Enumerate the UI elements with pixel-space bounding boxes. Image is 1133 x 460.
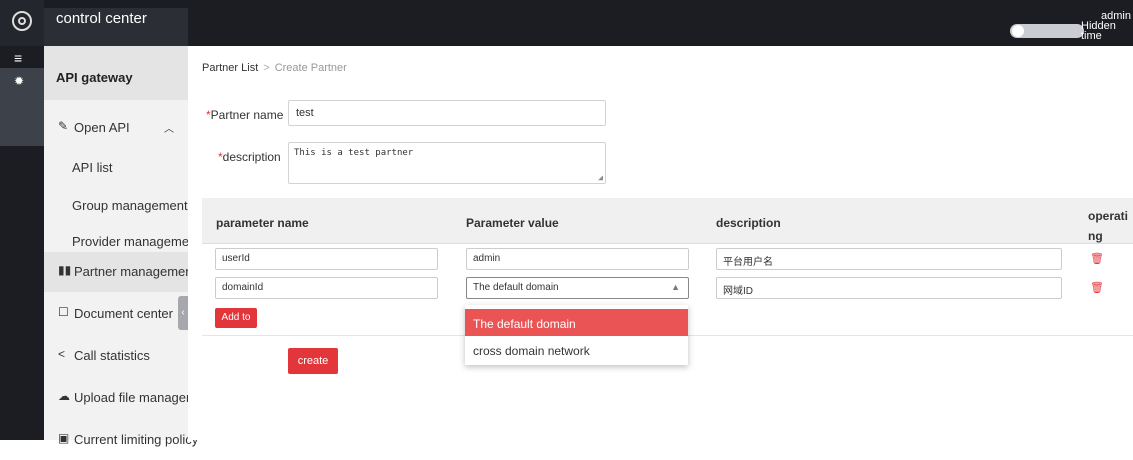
sidebar: API gateway ✎ Open API ︿ API list Group …	[44, 46, 204, 447]
cloud-upload-icon: ☁	[58, 389, 70, 403]
param-name-input[interactable]: userId	[215, 248, 438, 270]
selected-value: The default domain	[473, 282, 559, 293]
app-title: control center	[56, 10, 147, 27]
domain-dropdown-menu: The default domain cross domain network	[465, 305, 688, 365]
sidebar-item-label: Document center	[74, 306, 173, 321]
sidebar-item-label: Provider management	[72, 234, 200, 249]
description-text: This is a test partner	[294, 148, 414, 158]
create-button[interactable]: create	[288, 348, 338, 374]
table-header: parameter name Parameter value descripti…	[202, 198, 1133, 244]
dropdown-option[interactable]: cross domain network	[465, 336, 688, 363]
chevron-left-icon: ‹	[181, 307, 185, 318]
sidebar-item-partner-management[interactable]: ▮▮ Partner management	[44, 252, 196, 292]
hidden-time-toggle[interactable]	[1010, 24, 1084, 38]
description-label-text: description	[222, 150, 281, 164]
user-name[interactable]: admin	[1101, 10, 1131, 22]
pencil-icon: ✎	[58, 119, 69, 133]
icon-bar: ≡ ✹	[0, 46, 44, 440]
main-content: Partner List > Create Partner *Partner nam…	[188, 46, 1133, 440]
gear-icon: ✹	[14, 74, 25, 88]
dropdown-option[interactable]: The default domain	[465, 309, 688, 336]
caret-up-icon: ▲	[671, 282, 680, 292]
param-description-input[interactable]: 平台用户名	[716, 248, 1062, 270]
trash-icon[interactable]: 🗑	[1090, 281, 1104, 294]
breadcrumb-current: Create Partner	[274, 62, 347, 74]
sidebar-item-open-api[interactable]: ✎ Open API ︿	[44, 108, 188, 148]
column-header: operati ng	[1088, 209, 1129, 243]
sidebar-item-label: Upload file manageme	[74, 390, 205, 405]
param-description-input[interactable]: 网域ID	[716, 277, 1062, 299]
logo	[0, 0, 44, 46]
trash-icon[interactable]: 🗑	[1090, 252, 1104, 265]
logo-icon	[12, 11, 32, 31]
sidebar-item-label: Open API	[74, 120, 130, 135]
sidebar-item-label: API list	[72, 160, 113, 175]
sidebar-item-upload-file-management[interactable]: ☁ Upload file manageme	[44, 378, 204, 418]
chevron-up-icon: ︿	[164, 124, 174, 135]
breadcrumb-parent[interactable]: Partner List	[202, 62, 258, 74]
sidebar-item-call-statistics[interactable]: < Call statistics	[44, 336, 188, 376]
breadcrumb: Partner List > Create Partner	[202, 62, 347, 74]
settings-nav[interactable]: ✹	[0, 68, 44, 146]
sidebar-item-current-limiting-policy[interactable]: ▣ Current limiting policy	[44, 420, 198, 460]
resize-handle-icon[interactable]: ◢	[598, 173, 603, 182]
description-textarea[interactable]: This is a test partner ◢	[288, 142, 606, 184]
sidebar-item-api-list[interactable]: API list	[44, 148, 188, 188]
column-header: Parameter value	[466, 216, 559, 230]
column-header: description	[716, 216, 781, 230]
partner-name-label-text: Partner name	[210, 108, 284, 122]
hamburger-menu-icon[interactable]: ≡	[14, 50, 22, 66]
toggle-knob	[1012, 25, 1024, 37]
policy-icon: ▣	[58, 431, 70, 445]
sidebar-header: API gateway	[44, 46, 188, 100]
top-bar: control center Hidden time admin	[0, 0, 1133, 46]
document-icon: ☐	[58, 305, 69, 319]
sidebar-item-label: Partner management	[74, 264, 197, 279]
sidebar-item-group-management[interactable]: Group management	[44, 186, 188, 226]
sidebar-item-document-center[interactable]: ☐ Document center	[44, 294, 188, 334]
column-header: parameter name	[216, 216, 309, 230]
partner-name-label: *Partner name	[206, 108, 283, 122]
hidden-time-label: Hidden time	[1081, 21, 1116, 42]
sidebar-title: API gateway	[56, 70, 133, 85]
partner-icon: ▮▮	[58, 263, 72, 277]
description-label: *description	[218, 150, 281, 164]
param-value-input[interactable]: admin	[466, 248, 689, 270]
sidebar-collapse-button[interactable]: ‹	[178, 296, 188, 330]
sidebar-item-label: Call statistics	[74, 348, 150, 363]
param-name-input[interactable]: domainId	[215, 277, 438, 299]
share-icon: <	[58, 347, 66, 361]
add-row-button[interactable]: Add to	[215, 308, 257, 328]
param-value-select[interactable]: The default domain ▲	[466, 277, 689, 299]
breadcrumb-separator: >	[263, 62, 270, 74]
sidebar-item-label: Group management	[72, 198, 188, 213]
partner-name-input[interactable]: test	[288, 100, 606, 126]
